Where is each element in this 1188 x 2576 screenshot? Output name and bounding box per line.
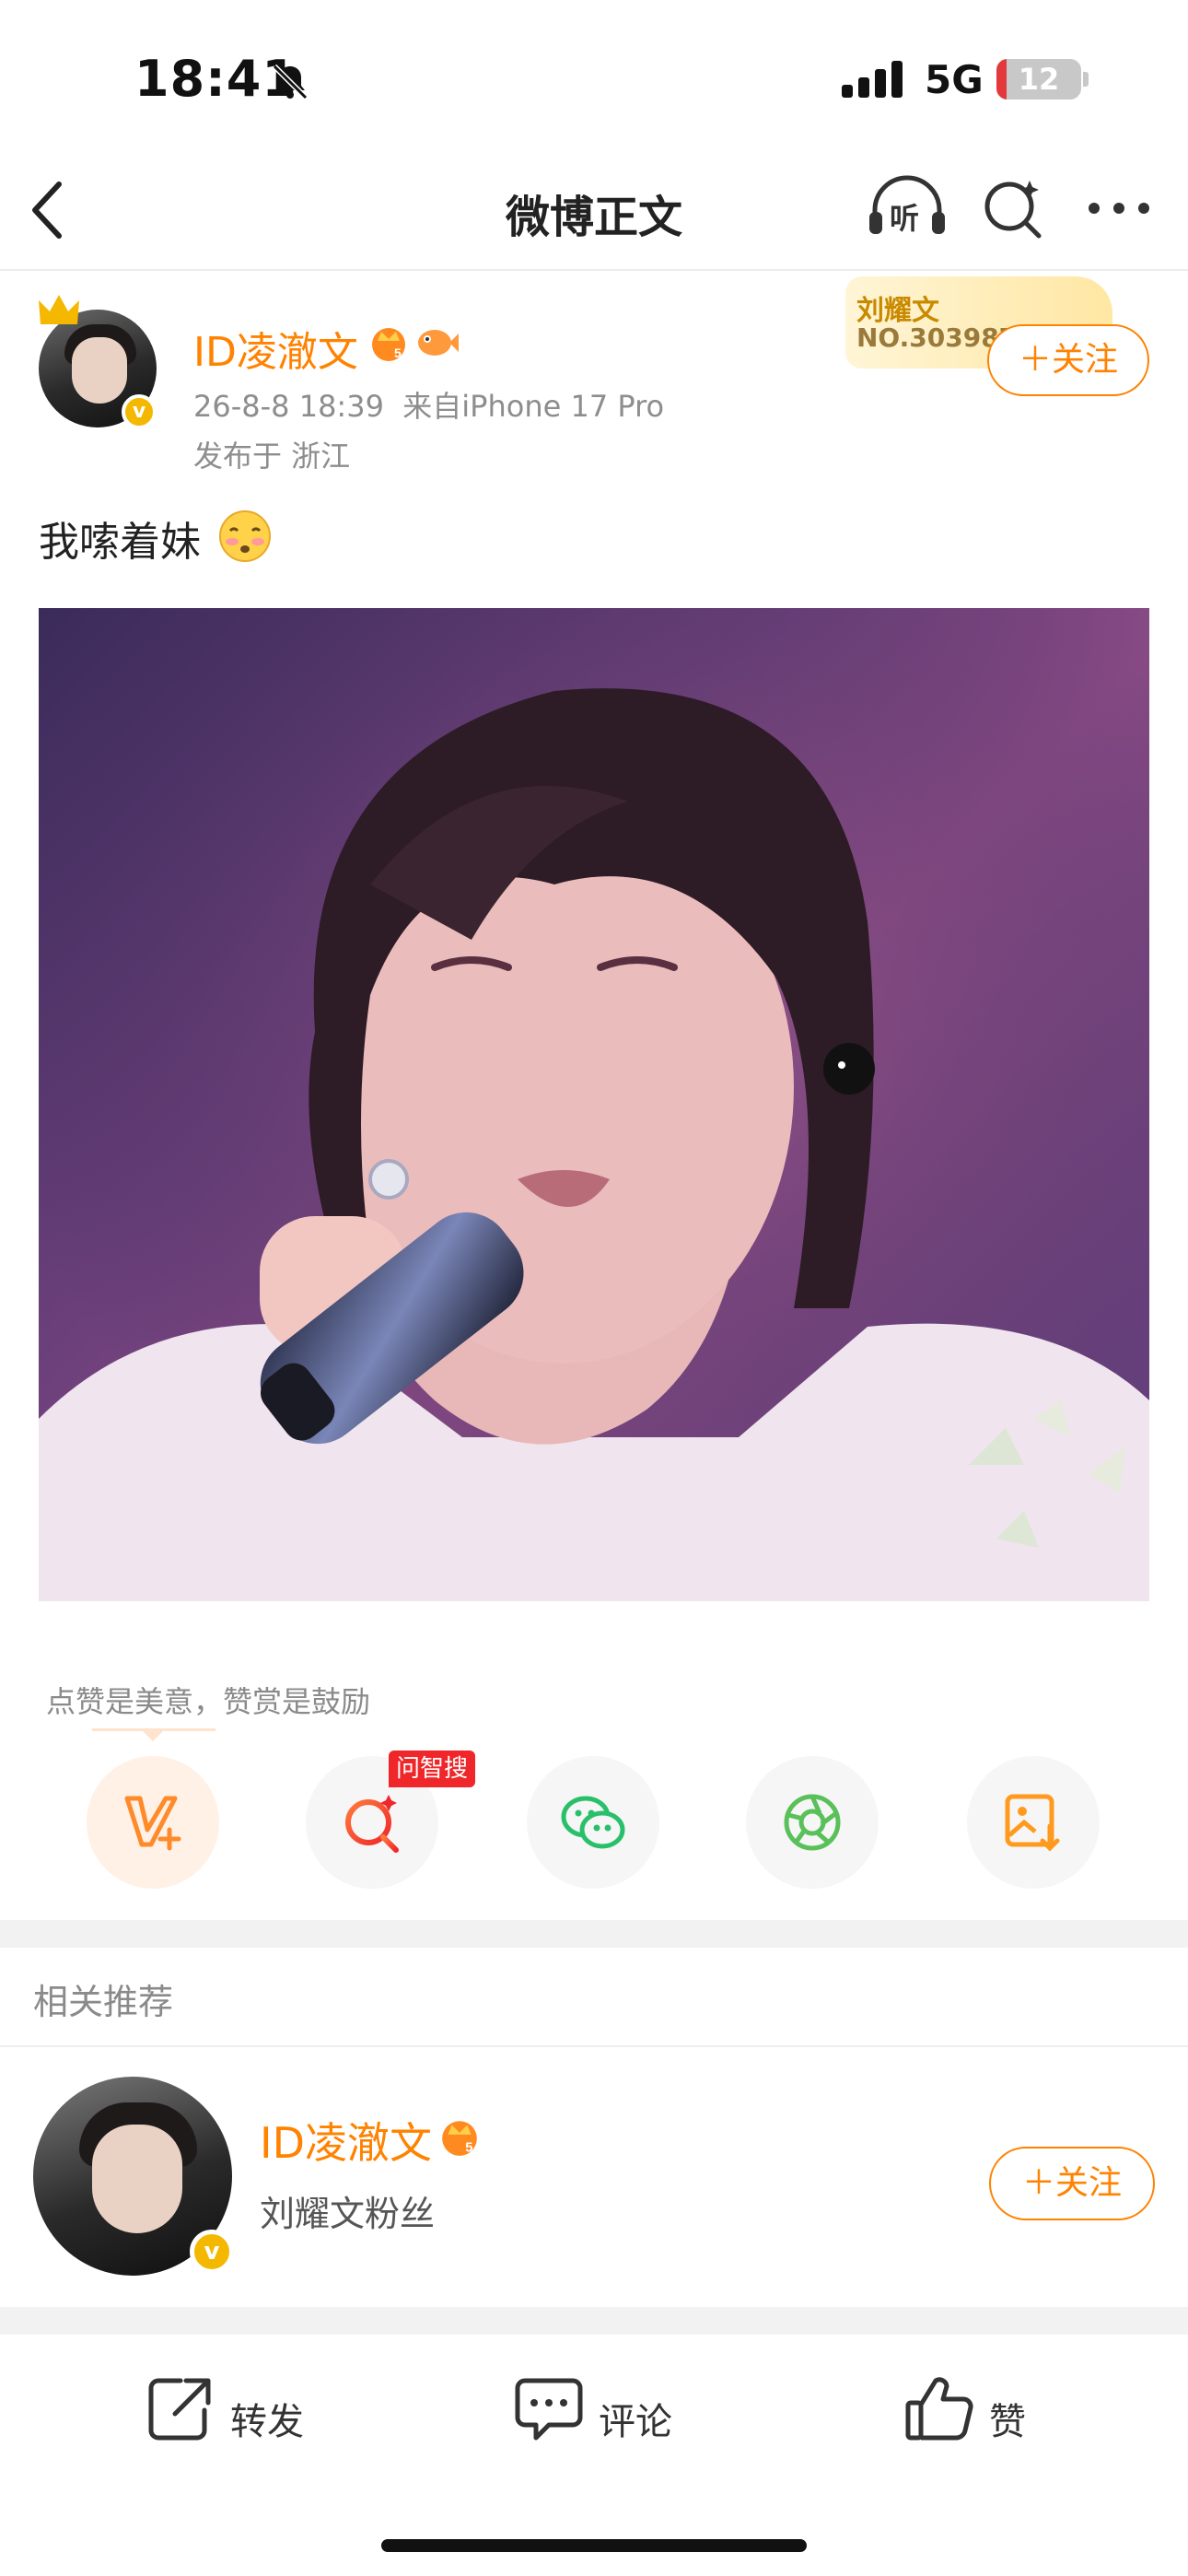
fish-badge-icon xyxy=(413,322,459,367)
listen-label: 听 xyxy=(890,201,920,236)
post-source: 来自iPhone 17 Pro xyxy=(402,389,665,424)
verified-badge-icon: v xyxy=(190,2230,234,2274)
battery-percent: 12 xyxy=(1018,62,1060,97)
post-text: 我嗦着妹 xyxy=(39,519,201,566)
svg-text:5: 5 xyxy=(465,2141,472,2156)
ai-search-icon[interactable] xyxy=(982,175,1046,243)
share-moments-button[interactable] xyxy=(746,1756,879,1889)
verified-badge-icon: v xyxy=(122,394,157,429)
reward-tip: 点赞是美意，赞赏是鼓励 xyxy=(46,1684,371,1719)
related-follow-button[interactable]: ＋关注 xyxy=(989,2147,1155,2220)
post-timestamp: 26-8-8 18:39 xyxy=(193,389,384,424)
svg-text:5: 5 xyxy=(394,345,402,360)
vip-crown-icon: 5 xyxy=(438,2115,481,2161)
save-image-icon xyxy=(1005,1794,1060,1852)
avatar-face xyxy=(92,2125,182,2233)
thumbs-up-icon xyxy=(905,2377,973,2441)
post-meta: 26-8-8 18:39 来自iPhone 17 Pro xyxy=(193,383,664,426)
related-title: 相关推荐 xyxy=(33,1982,174,2022)
cellular-signal-icon xyxy=(842,61,906,101)
more-icon[interactable] xyxy=(1087,201,1151,219)
battery-icon: 12 xyxy=(996,59,1081,100)
tip-arrow xyxy=(142,1730,164,1741)
related-user-description: 刘耀文粉丝 xyxy=(260,2194,436,2234)
post-image[interactable] xyxy=(39,608,1149,1601)
home-indicator xyxy=(381,2539,807,2552)
repost-label: 转发 xyxy=(230,2401,304,2443)
like-label: 赞 xyxy=(989,2401,1026,2443)
reward-button[interactable] xyxy=(87,1756,219,1889)
network-type: 5G xyxy=(925,57,984,102)
bell-muted-icon xyxy=(269,61,311,107)
crown-icon xyxy=(37,293,81,332)
smart-search-icon xyxy=(345,1795,399,1853)
reward-icon xyxy=(124,1796,181,1851)
comment-icon xyxy=(515,2378,583,2441)
section-separator xyxy=(0,2307,1188,2335)
shy-face-emoji-icon xyxy=(217,509,273,568)
comment-label: 评论 xyxy=(599,2401,672,2443)
wechat-icon xyxy=(561,1796,625,1849)
share-wechat-button[interactable] xyxy=(527,1756,659,1889)
ai-search-tag: 问智搜 xyxy=(389,1751,476,1787)
section-separator xyxy=(0,1920,1188,1948)
save-image-button[interactable] xyxy=(967,1756,1100,1889)
moments-icon xyxy=(784,1794,841,1851)
post-location: 发布于 浙江 xyxy=(193,439,351,474)
author-name[interactable]: ID凌澈文 xyxy=(193,319,358,378)
share-arrow-icon xyxy=(148,2378,211,2441)
related-user-name[interactable]: ID凌澈文 xyxy=(260,2110,432,2171)
related-divider xyxy=(0,2045,1188,2047)
avatar-face xyxy=(72,337,127,404)
battery-tip xyxy=(1083,72,1089,87)
nav-divider xyxy=(0,269,1188,271)
follow-button[interactable]: ＋关注 xyxy=(987,324,1149,396)
vip-crown-icon: 5 xyxy=(368,322,409,367)
